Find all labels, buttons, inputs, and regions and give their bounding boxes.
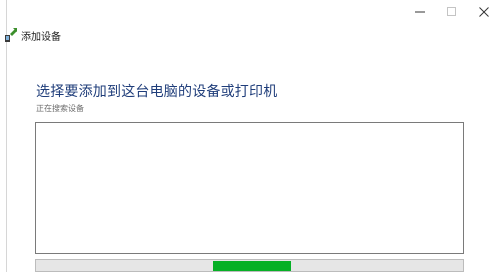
minimize-button[interactable] xyxy=(404,0,436,24)
window-title: 添加设备 xyxy=(21,31,61,43)
add-device-app-icon xyxy=(5,28,17,42)
title-bar: 添加设备 xyxy=(0,25,61,45)
window-caption-controls xyxy=(404,0,500,28)
close-button[interactable] xyxy=(468,0,500,24)
progress-marquee-fill xyxy=(213,261,291,271)
device-list[interactable] xyxy=(35,122,464,254)
add-device-window: 添加设备 选择要添加到这台电脑的设备或打印机 正在搜索设备 xyxy=(0,0,500,272)
search-status: 正在搜索设备 xyxy=(36,104,84,113)
page-heading: 选择要添加到这台电脑的设备或打印机 xyxy=(36,84,278,100)
close-icon xyxy=(479,7,489,17)
search-progress-bar xyxy=(35,259,464,272)
minimize-icon xyxy=(415,11,425,13)
maximize-button[interactable] xyxy=(436,0,468,24)
maximize-icon xyxy=(447,7,456,16)
